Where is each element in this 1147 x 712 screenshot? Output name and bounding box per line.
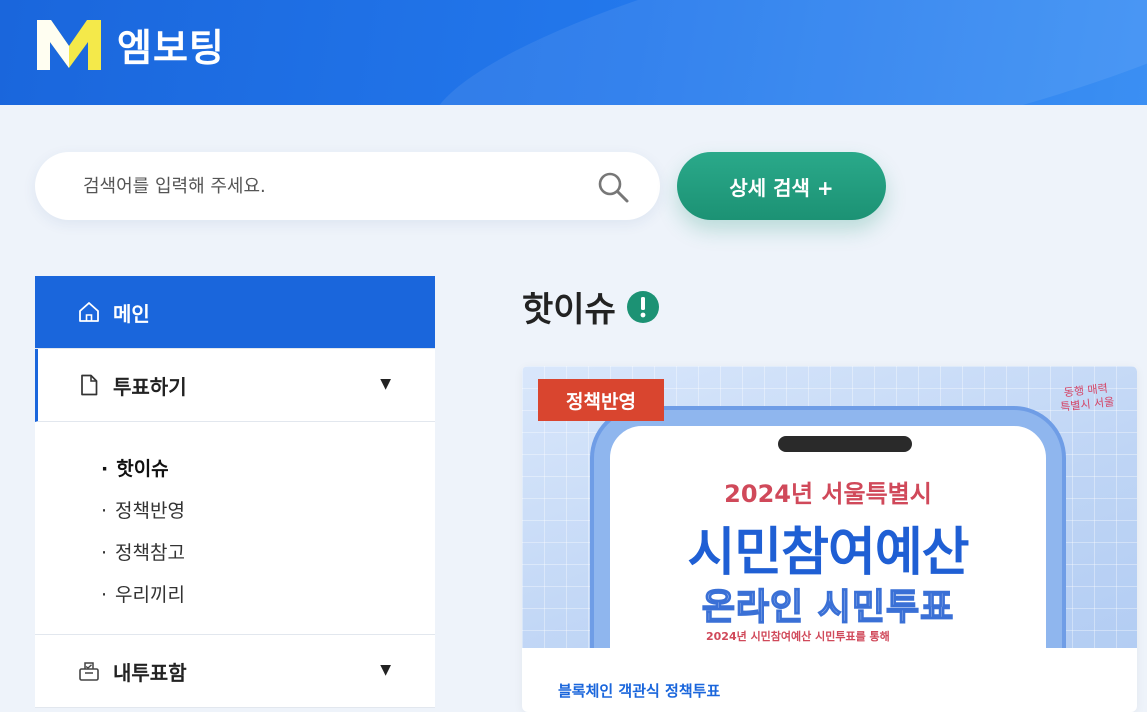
chevron-down-icon[interactable]: ▼	[380, 662, 391, 678]
poster-phone-frame: 2024년 서울특별시 시민참여예산 온라인 시민투표 2024년 시민참여예산…	[594, 410, 1062, 648]
bullet: ·	[101, 500, 108, 522]
submenu-label: 정책참고	[115, 542, 185, 564]
submenu-item-among-us[interactable]: · 우리끼리	[101, 574, 435, 616]
site-header: 엠보팅	[0, 0, 1147, 105]
sidebar-submenu: · 핫이슈 · 정책반영 · 정책참고 · 우리끼리	[35, 422, 435, 635]
submenu-label: 핫이슈	[116, 458, 169, 480]
logo-text: 엠보팅	[117, 25, 225, 70]
bullet: ·	[101, 458, 109, 480]
card-caption[interactable]: 블록체인 객관식 정책투표	[558, 680, 720, 701]
section-title-text: 핫이슈	[522, 290, 616, 330]
poster-subtitle: 온라인 시민투표	[701, 586, 955, 629]
search-input[interactable]	[83, 152, 563, 220]
home-icon	[79, 302, 99, 322]
poster-title: 시민참여예산	[687, 523, 969, 583]
alert-icon	[626, 290, 659, 323]
phone-notch	[778, 436, 912, 452]
sidebar-item-my-votes[interactable]: 내투표함 ▼	[35, 635, 435, 708]
detail-search-button[interactable]: 상세 검색 +	[677, 152, 886, 220]
logo[interactable]: 엠보팅	[33, 16, 225, 72]
bullet: ·	[101, 542, 108, 564]
section-title: 핫이슈	[522, 282, 660, 331]
chevron-down-icon[interactable]: ▼	[380, 376, 391, 392]
document-icon	[81, 374, 98, 396]
sidebar-item-label: 내투표함	[113, 660, 187, 685]
submenu-item-hot-issue[interactable]: · 핫이슈	[101, 448, 435, 490]
category-badge: 정책반영	[538, 379, 664, 421]
sidebar: 메인 투표하기 ▼ · 핫이슈 · 정책반영 · 정책참고 · 우리끼리 내투표함 ▼	[35, 276, 435, 708]
sidebar-item-label: 메인	[113, 301, 150, 326]
sidebar-item-vote[interactable]: 투표하기 ▼	[35, 349, 435, 422]
submenu-item-policy-applied[interactable]: · 정책반영	[101, 490, 435, 532]
search-icon[interactable]	[596, 170, 630, 204]
submenu-label: 정책반영	[115, 500, 185, 522]
poster-period: 2024년 시민참여예산 시민투표를 통해	[706, 630, 890, 643]
submenu-label: 우리끼리	[115, 584, 185, 606]
search-bar	[35, 152, 660, 220]
sidebar-item-main[interactable]: 메인	[35, 276, 435, 349]
logo-m-icon	[37, 20, 101, 70]
sidebar-item-label: 투표하기	[113, 374, 187, 399]
bullet: ·	[101, 584, 108, 606]
header-decoration	[409, 0, 1147, 105]
ballot-box-icon	[79, 662, 99, 681]
submenu-item-policy-reference[interactable]: · 정책참고	[101, 532, 435, 574]
vote-card[interactable]: 2024년 서울특별시 시민참여예산 온라인 시민투표 2024년 시민참여예산…	[522, 366, 1137, 712]
card-poster-image[interactable]: 2024년 서울특별시 시민참여예산 온라인 시민투표 2024년 시민참여예산…	[522, 366, 1137, 648]
poster-year-city: 2024년 서울특별시	[724, 480, 932, 508]
